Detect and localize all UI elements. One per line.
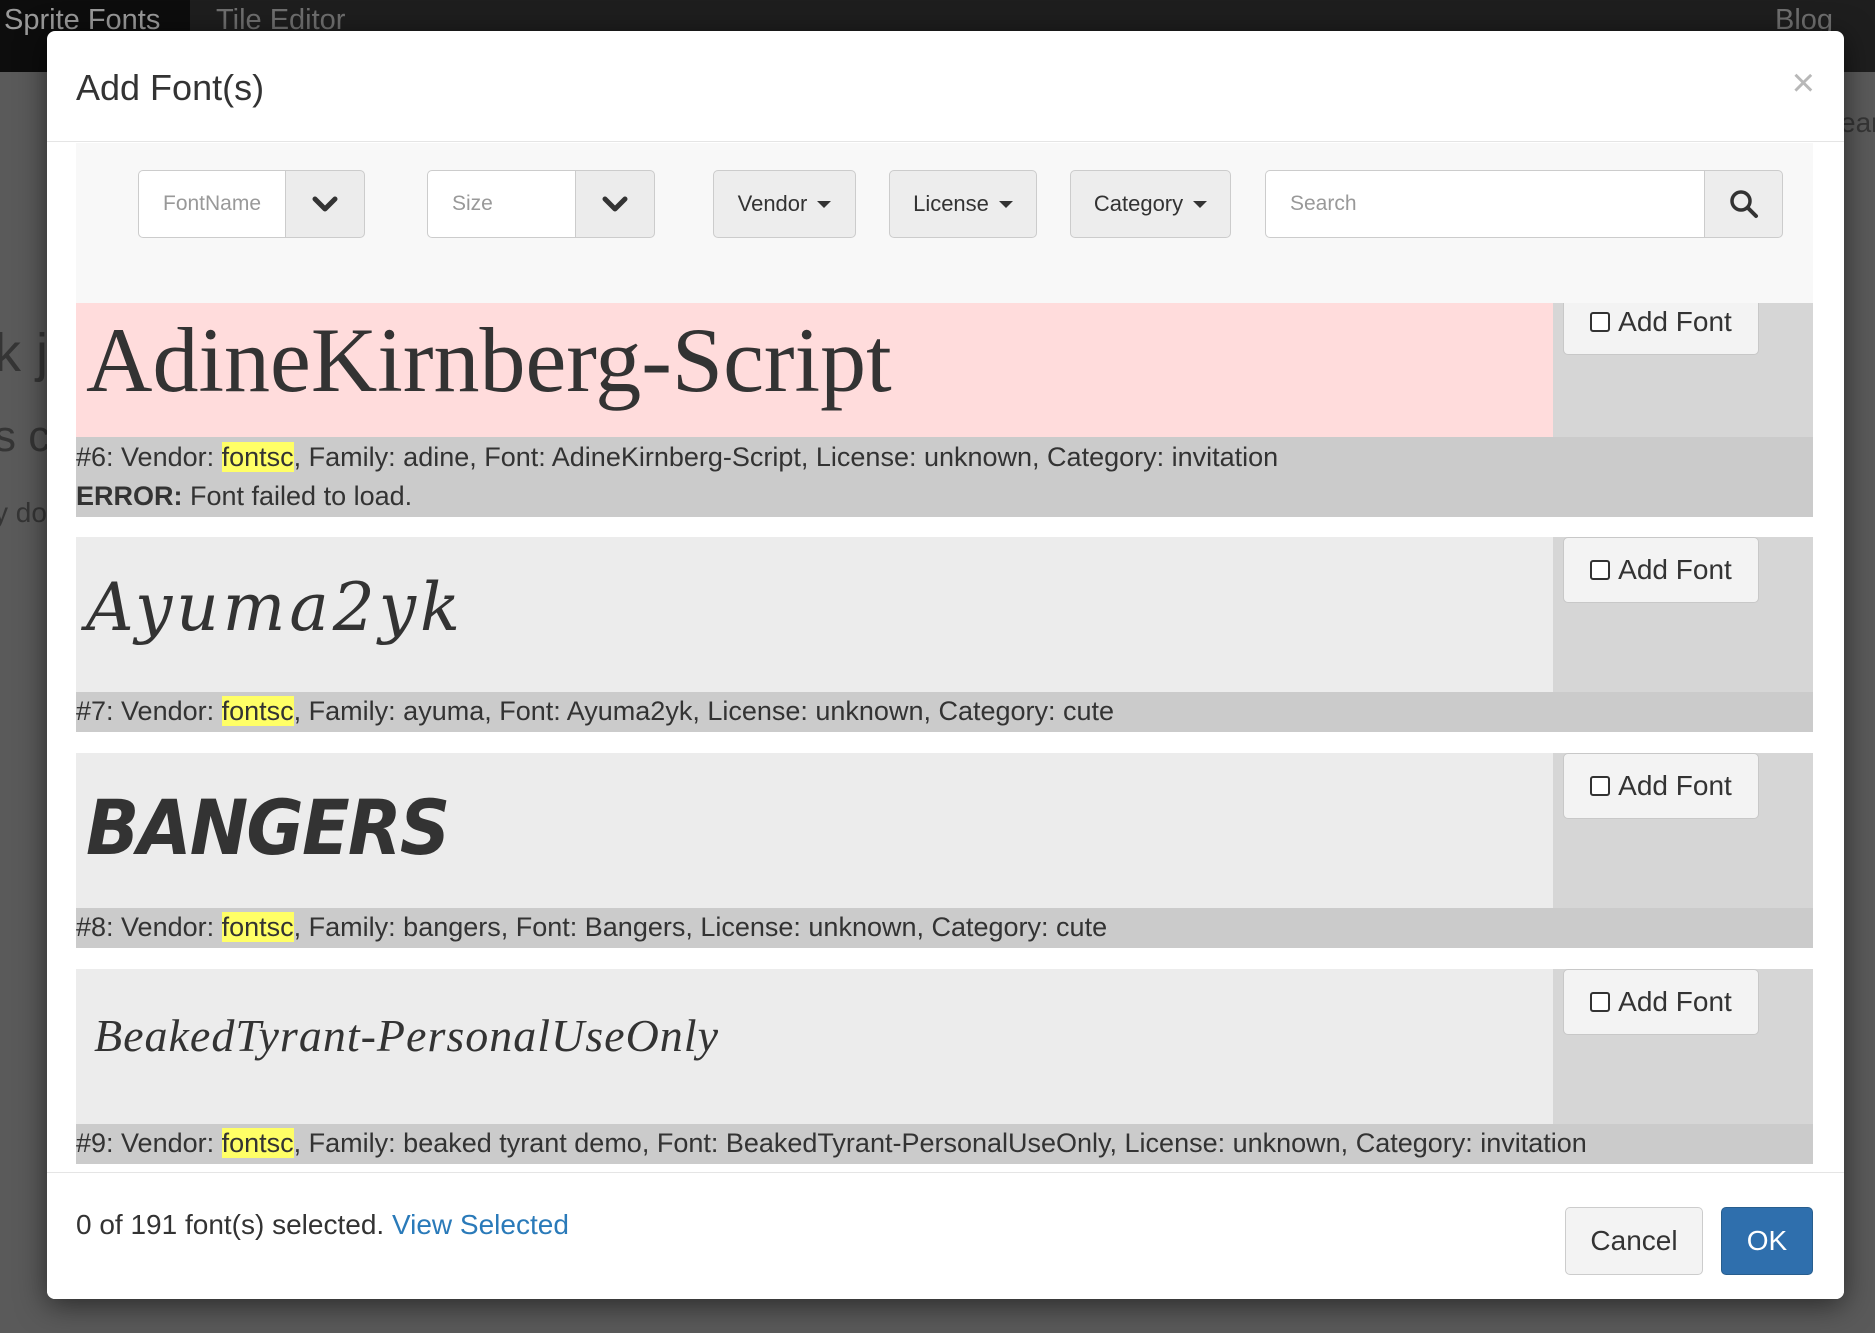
font-info: #7: Vendor: fontsc, Family: ayuma, Font:… (76, 692, 1813, 732)
font-info-details: , Family: ayuma, Font: Ayuma2yk, License… (293, 696, 1115, 726)
font-preview: BeakedTyrant-PersonalUseOnly (76, 969, 1553, 1124)
font-entry-side: Add Font (1553, 969, 1813, 1124)
font-preview: BANGERS (76, 753, 1553, 908)
vendor-label: Vendor (737, 191, 808, 216)
font-info-prefix: #7: Vendor: (76, 696, 222, 726)
checkbox-icon (1590, 992, 1611, 1012)
background-text: ear (1840, 107, 1875, 138)
font-preview-text: AdineKirnberg-Script (86, 309, 892, 411)
add-font-button[interactable]: Add Font (1563, 753, 1759, 819)
add-font-label: Add Font (1618, 554, 1732, 585)
add-font-button[interactable]: Add Font (1563, 537, 1759, 603)
font-entry-side: Add Font (1553, 303, 1813, 437)
checkbox-icon (1590, 560, 1611, 580)
vendor-highlight: fontsc (221, 442, 294, 472)
font-entry-side: Add Font (1553, 537, 1813, 692)
font-info-prefix: #6: Vendor: (76, 442, 222, 472)
chevron-down-icon (602, 196, 628, 212)
modal-title: Add Font(s) (76, 67, 265, 108)
chevron-down-icon (312, 196, 338, 212)
license-dropdown[interactable]: License (889, 170, 1037, 238)
category-dropdown[interactable]: Category (1070, 170, 1231, 238)
font-info-details: , Family: bangers, Font: Bangers, Licens… (293, 912, 1108, 942)
fontname-combo: FontName (138, 170, 365, 238)
checkbox-icon (1590, 776, 1611, 796)
font-entry: BANGERS Add Font #8: Vendor: fontsc, Fam… (76, 753, 1813, 948)
modal-footer: 0 of 191 font(s) selected. View Selected… (47, 1172, 1844, 1299)
add-font-button[interactable]: Add Font (1563, 303, 1759, 355)
filter-toolbar: FontName Size Vendor License Category Se… (76, 143, 1813, 303)
vendor-highlight: fontsc (221, 1128, 294, 1158)
caret-down-icon (998, 200, 1013, 208)
view-selected-link[interactable]: View Selected (392, 1209, 569, 1240)
font-preview-text: BANGERS (86, 783, 450, 872)
add-font-label: Add Font (1618, 770, 1732, 801)
vendor-highlight: fontsc (221, 696, 294, 726)
caret-down-icon (817, 200, 832, 208)
caret-down-icon (1193, 200, 1208, 208)
size-combo: Size (427, 170, 655, 238)
modal-header: Add Font(s) × (47, 31, 1844, 142)
cancel-button[interactable]: Cancel (1565, 1207, 1703, 1275)
vendor-dropdown[interactable]: Vendor (713, 170, 856, 238)
font-info-details: , Family: adine, Font: AdineKirnberg-Scr… (293, 442, 1279, 472)
font-info-prefix: #8: Vendor: (76, 912, 222, 942)
fontname-input[interactable]: FontName (138, 170, 285, 238)
category-label: Category (1093, 191, 1184, 216)
add-font-label: Add Font (1618, 986, 1732, 1017)
license-label: License (913, 191, 989, 216)
vendor-highlight: fontsc (221, 912, 294, 942)
font-preview-text: BeakedTyrant-PersonalUseOnly (94, 1010, 719, 1061)
search-button[interactable] (1704, 170, 1783, 238)
add-font-modal: Add Font(s) × FontName Size Vendor Licen… (47, 31, 1844, 1299)
font-info: #6: Vendor: fontsc, Family: adine, Font:… (76, 437, 1813, 517)
search-icon (1729, 190, 1758, 218)
ok-button[interactable]: OK (1721, 1207, 1813, 1275)
search-input[interactable]: Search (1265, 170, 1704, 238)
font-entry: BeakedTyrant-PersonalUseOnly Add Font #9… (76, 969, 1813, 1164)
background-text: k j (0, 323, 48, 383)
font-preview-text: Ayuma2yk (86, 569, 464, 646)
error-text: Font failed to load. (182, 481, 413, 511)
font-list: AdineKirnberg-Script Add Font #6: Vendor… (76, 303, 1813, 1203)
font-info-prefix: #9: Vendor: (76, 1128, 222, 1158)
font-entry-side: Add Font (1553, 753, 1813, 908)
font-entry: Ayuma2yk Add Font #7: Vendor: fontsc, Fa… (76, 537, 1813, 732)
background-text: y do (0, 497, 47, 528)
font-preview: AdineKirnberg-Script (76, 303, 1553, 437)
add-font-button[interactable]: Add Font (1563, 969, 1759, 1035)
font-preview: Ayuma2yk (76, 537, 1553, 692)
size-dropdown-button[interactable] (575, 170, 655, 238)
font-entry: AdineKirnberg-Script Add Font #6: Vendor… (76, 303, 1813, 517)
error-label: ERROR: (76, 481, 183, 511)
font-info: #8: Vendor: fontsc, Family: bangers, Fon… (76, 908, 1813, 948)
selected-count-text: 0 of 191 font(s) selected. (76, 1209, 385, 1240)
size-input[interactable]: Size (427, 170, 575, 238)
selection-status: 0 of 191 font(s) selected. View Selected (76, 1209, 569, 1241)
add-font-label: Add Font (1618, 306, 1732, 337)
font-info: #9: Vendor: fontsc, Family: beaked tyran… (76, 1124, 1813, 1164)
fontname-dropdown-button[interactable] (285, 170, 365, 238)
font-info-details: , Family: beaked tyrant demo, Font: Beak… (293, 1128, 1587, 1158)
checkbox-icon (1590, 312, 1611, 332)
background-text: s c (0, 412, 51, 461)
close-icon[interactable]: × (1792, 61, 1815, 106)
